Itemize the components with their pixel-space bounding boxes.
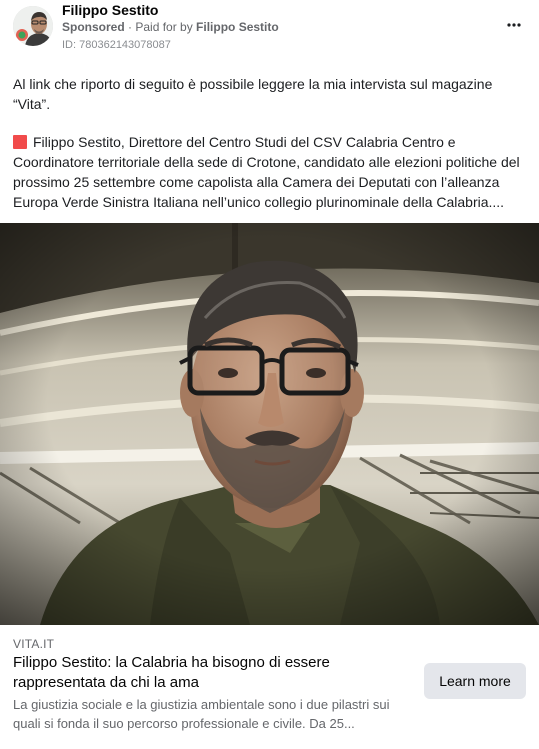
meta-separator: · — [124, 20, 136, 34]
avatar[interactable] — [13, 6, 53, 46]
author-name[interactable]: Filippo Sestito — [62, 2, 158, 18]
sponsored-label[interactable]: Sponsored — [62, 20, 125, 34]
ad-id: ID: 780362143078087 — [62, 39, 171, 51]
ad-meta: Sponsored · Paid for by Filippo Sestito — [62, 20, 279, 34]
portrait-photo — [0, 223, 539, 625]
ad-card: Filippo Sestito Sponsored · Paid for by … — [0, 0, 539, 749]
link-description: La giustizia sociale e la giustizia ambi… — [13, 697, 390, 731]
link-headline[interactable]: Filippo Sestito: la Calabria ha bisogno … — [13, 653, 393, 693]
avatar-portrait — [13, 6, 53, 46]
ad-header: Filippo Sestito Sponsored · Paid for by … — [0, 0, 539, 60]
red-square-icon — [13, 135, 27, 149]
paid-prefix: Paid for by — [135, 20, 197, 34]
post-paragraph-2: Filippo Sestito, Direttore del Centro St… — [13, 134, 520, 210]
more-horizontal-icon — [507, 23, 521, 27]
post-text: Al link che riporto di seguito è possibi… — [13, 74, 525, 212]
more-options-button[interactable] — [503, 14, 525, 36]
ad-image[interactable] — [0, 223, 539, 625]
post-paragraph-2-wrapper: Filippo Sestito, Direttore del Centro St… — [13, 132, 525, 212]
paid-by-name[interactable]: Filippo Sestito — [196, 20, 279, 34]
learn-more-button[interactable]: Learn more — [424, 663, 526, 699]
link-preview[interactable]: VITA.IT Filippo Sestito: la Calabria ha … — [0, 625, 539, 749]
link-domain: VITA.IT — [13, 637, 55, 651]
post-paragraph-1: Al link che riporto di seguito è possibi… — [13, 76, 493, 112]
